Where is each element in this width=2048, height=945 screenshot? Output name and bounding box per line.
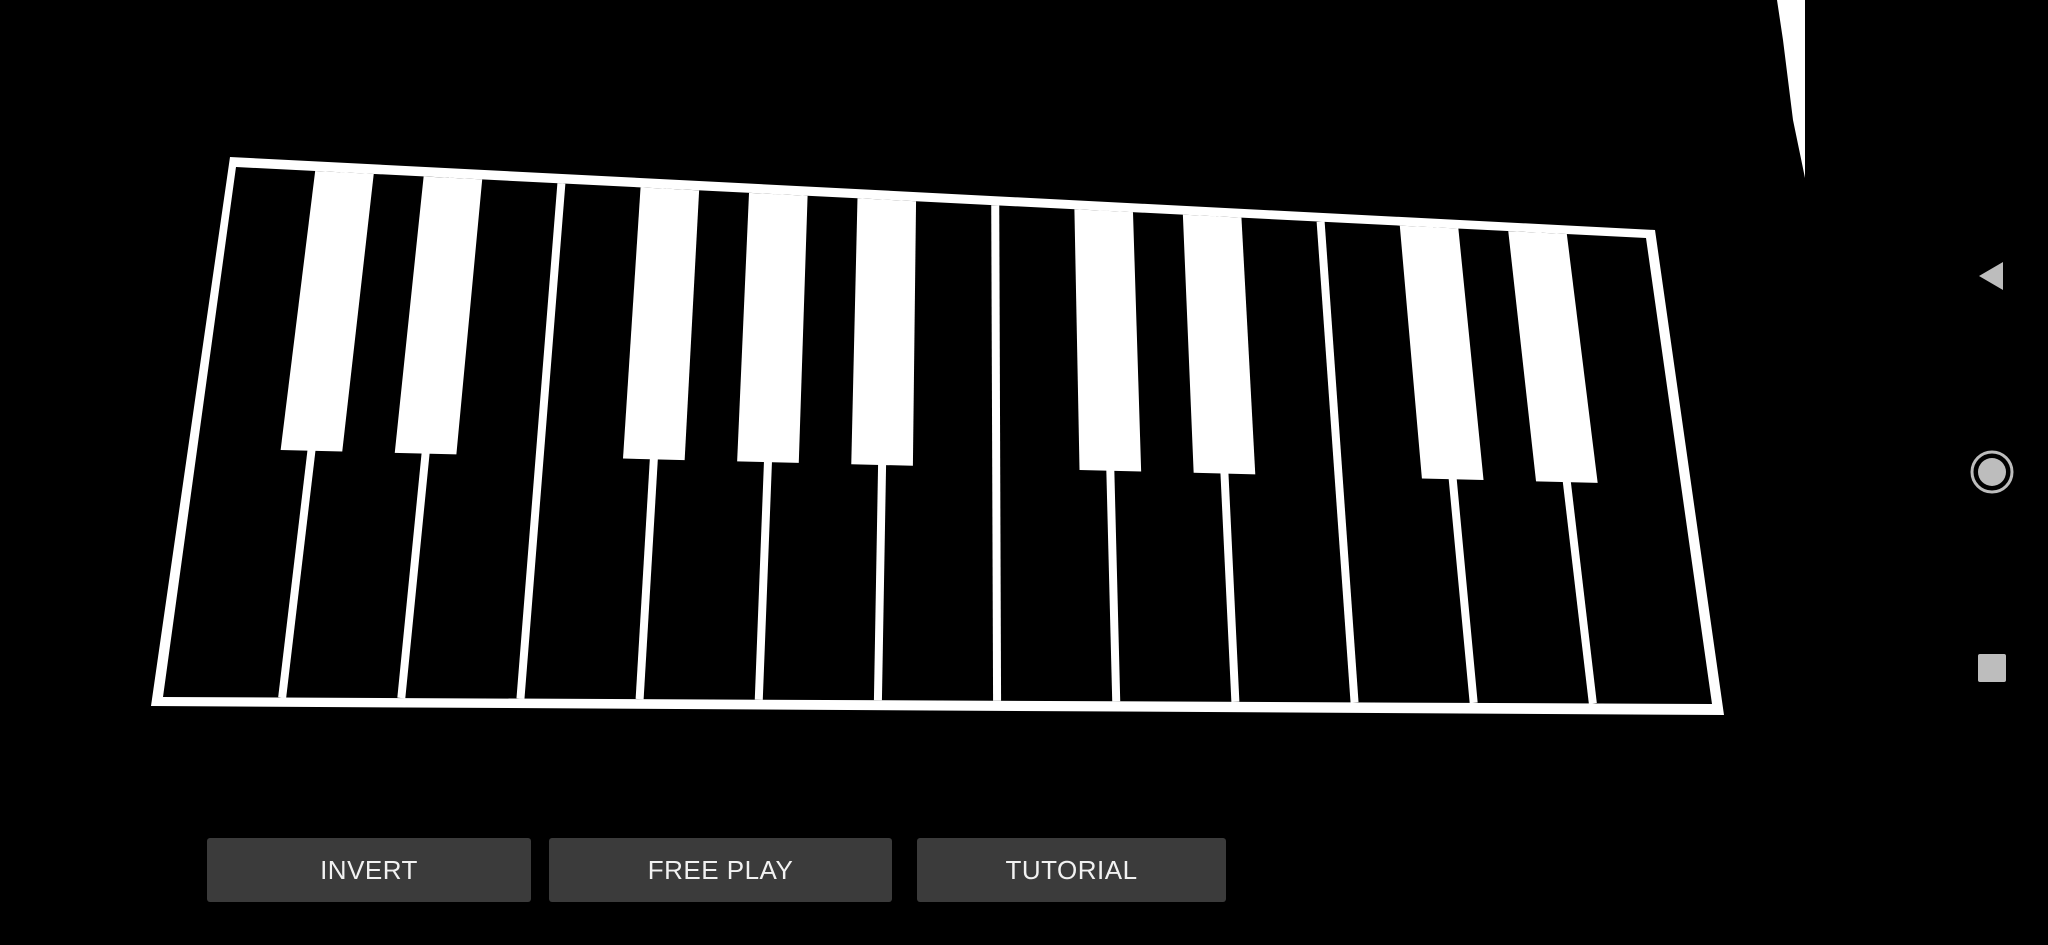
camera-view: INVERT FREE PLAY TUTORIAL bbox=[0, 0, 1806, 945]
white-key-divider bbox=[991, 205, 1002, 701]
invert-button[interactable]: INVERT bbox=[207, 838, 531, 902]
black-key[interactable] bbox=[851, 198, 917, 466]
paper-edge-artifact bbox=[1777, 0, 1805, 178]
recents-square-icon bbox=[1978, 654, 2006, 682]
black-key[interactable] bbox=[1074, 209, 1142, 472]
tutorial-button[interactable]: TUTORIAL bbox=[917, 838, 1226, 902]
free-play-button[interactable]: FREE PLAY bbox=[549, 838, 892, 902]
back-triangle-icon bbox=[1979, 262, 2003, 290]
recents-button[interactable] bbox=[1956, 632, 2028, 704]
app-screen: INVERT FREE PLAY TUTORIAL bbox=[0, 0, 2048, 945]
back-button[interactable] bbox=[1956, 240, 2028, 312]
home-circle-icon bbox=[1970, 450, 2014, 494]
black-key[interactable] bbox=[737, 192, 808, 463]
keyboard-inner bbox=[163, 167, 1712, 704]
paper-piano-keyboard bbox=[151, 157, 1724, 715]
home-button[interactable] bbox=[1956, 436, 2028, 508]
